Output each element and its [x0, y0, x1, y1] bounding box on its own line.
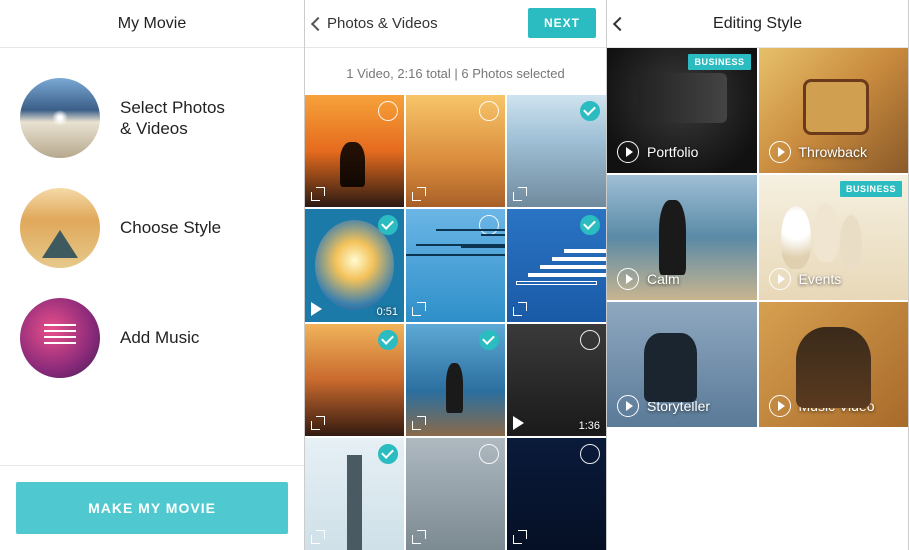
play-icon: [513, 416, 524, 430]
music-thumb-icon: [20, 298, 100, 378]
expand-icon: [412, 530, 426, 544]
style-label-row: Portfolio: [617, 141, 698, 163]
select-toggle-icon[interactable]: [378, 444, 398, 464]
page-title: Editing Style: [713, 15, 802, 33]
media-grid: 0:51 1:36: [305, 95, 606, 550]
style-label-row: Calm: [617, 268, 680, 290]
step-add-music[interactable]: Add Music: [20, 298, 284, 378]
video-duration: 1:36: [579, 420, 600, 432]
video-thumb-icon: [315, 220, 394, 310]
play-circle-icon: [617, 268, 639, 290]
media-cell[interactable]: [406, 438, 505, 550]
make-movie-button[interactable]: MAKE MY MOVIE: [16, 482, 288, 534]
next-button[interactable]: NEXT: [528, 8, 596, 38]
style-label-row: Events: [769, 268, 842, 290]
expand-icon: [412, 302, 426, 316]
select-toggle-icon[interactable]: [378, 330, 398, 350]
media-cell[interactable]: [507, 438, 606, 550]
media-cell[interactable]: 0:51: [305, 209, 404, 321]
expand-icon: [412, 187, 426, 201]
select-toggle-icon[interactable]: [479, 444, 499, 464]
select-toggle-icon[interactable]: [580, 330, 600, 350]
style-label: Throwback: [799, 144, 867, 160]
media-cell[interactable]: [507, 95, 606, 207]
step-choose-style[interactable]: Choose Style: [20, 188, 284, 268]
style-thumb-icon: [20, 188, 100, 268]
media-cell[interactable]: [507, 209, 606, 321]
select-toggle-icon[interactable]: [580, 215, 600, 235]
select-toggle-icon[interactable]: [479, 215, 499, 235]
media-cell[interactable]: [305, 324, 404, 436]
play-circle-icon: [769, 268, 791, 290]
chevron-left-icon: [613, 16, 627, 30]
header: Editing Style: [607, 0, 908, 48]
style-label: Calm: [647, 271, 680, 287]
expand-icon: [412, 416, 426, 430]
header: Photos & Videos NEXT: [305, 0, 606, 48]
select-toggle-icon[interactable]: [378, 215, 398, 235]
style-storyteller[interactable]: Storyteller: [607, 302, 757, 427]
expand-icon: [311, 187, 325, 201]
media-cell[interactable]: [305, 95, 404, 207]
step-label: Choose Style: [120, 217, 221, 238]
steps-list: Select Photos & Videos Choose Style Add …: [0, 48, 304, 465]
screen-my-movie: My Movie Select Photos & Videos Choose S…: [0, 0, 305, 550]
back-button[interactable]: Photos & Videos: [313, 0, 438, 47]
style-throwback[interactable]: Throwback: [759, 48, 909, 173]
style-grid: BUSINESS Portfolio Throwback Calm BUSINE…: [607, 48, 908, 550]
expand-icon: [513, 530, 527, 544]
expand-icon: [513, 302, 527, 316]
select-toggle-icon[interactable]: [580, 444, 600, 464]
style-label-row: Throwback: [769, 141, 867, 163]
expand-icon: [513, 187, 527, 201]
footer: MAKE MY MOVIE: [0, 465, 304, 550]
play-circle-icon: [769, 395, 791, 417]
chevron-left-icon: [311, 16, 325, 30]
media-cell[interactable]: [305, 438, 404, 550]
photos-thumb-icon: [20, 78, 100, 158]
select-toggle-icon[interactable]: [580, 101, 600, 121]
media-cell[interactable]: [406, 209, 505, 321]
style-music-video[interactable]: Music Video: [759, 302, 909, 427]
style-label: Music Video: [799, 398, 875, 414]
business-badge: BUSINESS: [840, 181, 902, 197]
header: My Movie: [0, 0, 304, 48]
expand-icon: [311, 416, 325, 430]
step-select-photos[interactable]: Select Photos & Videos: [20, 78, 284, 158]
media-cell[interactable]: [406, 324, 505, 436]
video-duration: 0:51: [377, 306, 398, 318]
style-label-row: Music Video: [769, 395, 875, 417]
step-label: Add Music: [120, 327, 199, 348]
style-label: Storyteller: [647, 398, 710, 414]
style-label: Events: [799, 271, 842, 287]
select-toggle-icon[interactable]: [378, 101, 398, 121]
style-label: Portfolio: [647, 144, 698, 160]
select-toggle-icon[interactable]: [479, 101, 499, 121]
play-circle-icon: [617, 395, 639, 417]
step-label: Select Photos & Videos: [120, 97, 225, 140]
screen-editing-style: Editing Style BUSINESS Portfolio Throwba…: [607, 0, 909, 550]
play-icon: [311, 302, 322, 316]
back-button[interactable]: [615, 0, 629, 47]
play-circle-icon: [617, 141, 639, 163]
page-title: My Movie: [118, 15, 186, 33]
style-label-row: Storyteller: [617, 395, 710, 417]
expand-icon: [311, 530, 325, 544]
back-label: Photos & Videos: [327, 15, 438, 32]
style-events[interactable]: BUSINESS Events: [759, 175, 909, 300]
business-badge: BUSINESS: [688, 54, 750, 70]
play-circle-icon: [769, 141, 791, 163]
style-calm[interactable]: Calm: [607, 175, 757, 300]
selection-summary: 1 Video, 2:16 total | 6 Photos selected: [305, 48, 606, 95]
select-toggle-icon[interactable]: [479, 330, 499, 350]
style-portfolio[interactable]: BUSINESS Portfolio: [607, 48, 757, 173]
media-cell[interactable]: [406, 95, 505, 207]
screen-photos-videos: Photos & Videos NEXT 1 Video, 2:16 total…: [305, 0, 607, 550]
media-cell[interactable]: 1:36: [507, 324, 606, 436]
